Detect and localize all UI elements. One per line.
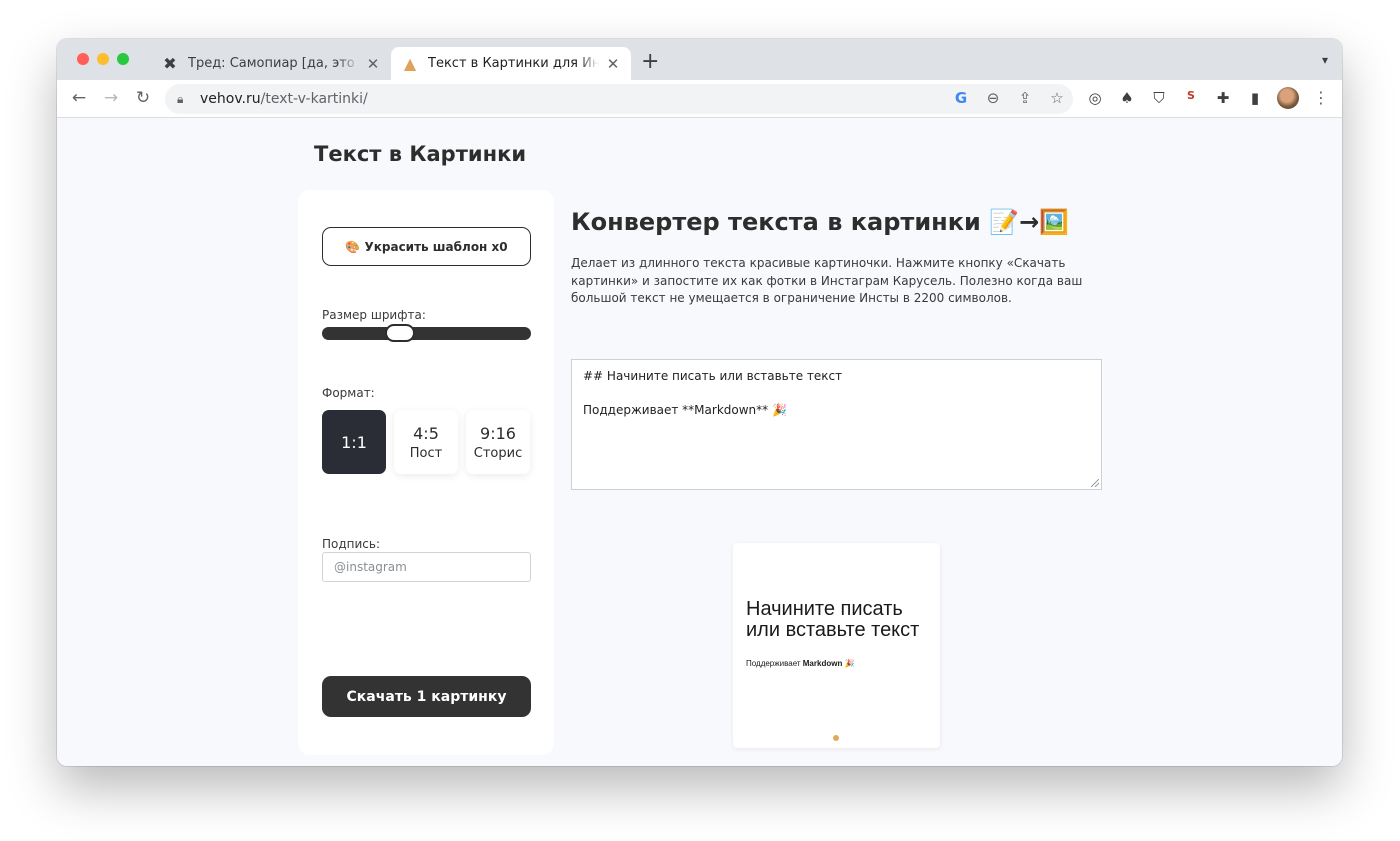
editor-line: ## Начините писать или вставьте текст bbox=[583, 369, 843, 383]
format-ratio: 4:5 bbox=[413, 423, 439, 443]
format-sub: Сторис bbox=[473, 445, 523, 461]
tab-search-chevron-icon[interactable]: ▾ bbox=[1322, 53, 1328, 67]
back-arrow-icon[interactable]: ← bbox=[69, 88, 89, 108]
markdown-editor[interactable]: ## Начините писать или вставьте текст По… bbox=[571, 359, 1102, 490]
forward-arrow-icon[interactable]: → bbox=[101, 88, 121, 108]
google-icon[interactable]: G bbox=[951, 89, 971, 107]
extensions-puzzle-icon[interactable]: ✚ bbox=[1213, 89, 1233, 107]
preview-subtitle: Поддерживает Markdown 🎉 bbox=[746, 659, 855, 668]
share-icon[interactable]: ⇪ bbox=[1015, 89, 1035, 107]
browser-window: ✖ Тред: Самопиар [да, это новая тема] ✕ … bbox=[57, 39, 1342, 766]
format-sub: Пост bbox=[409, 445, 443, 461]
close-tab-icon[interactable]: ✕ bbox=[365, 55, 381, 73]
tab-thread[interactable]: ✖ Тред: Самопиар [да, это новая тема] ✕ bbox=[151, 47, 391, 80]
extension-bird-icon[interactable]: ♠ bbox=[1117, 89, 1137, 107]
triangle-favicon-icon: ▲ bbox=[403, 54, 417, 73]
editor-line: Поддерживает **Markdown** 🎉 bbox=[583, 403, 787, 417]
format-option-9-16[interactable]: 9:16 Сторис bbox=[466, 410, 530, 474]
page-content: Текст в Картинки 🎨 Украсить шаблон x0 Ра… bbox=[57, 118, 1342, 766]
url-text: vehov.ru/text-v-kartinki/ bbox=[200, 91, 368, 107]
converter-description: Делает из длинного текста красивые карти… bbox=[571, 256, 1083, 305]
close-tab-icon[interactable]: ✕ bbox=[605, 55, 621, 73]
signature-label: Подпись: bbox=[322, 537, 381, 551]
format-ratio: 9:16 bbox=[480, 423, 516, 443]
format-label: Формат: bbox=[322, 386, 375, 400]
bookmark-star-icon[interactable]: ☆ bbox=[1047, 89, 1067, 107]
menu-kebab-icon[interactable]: ⋮ bbox=[1313, 88, 1329, 107]
address-bar[interactable]: 🔒︎ vehov.ru/text-v-kartinki/ G ⊖ ⇪ ☆ bbox=[165, 84, 1073, 114]
download-button[interactable]: Скачать 1 картинку bbox=[322, 676, 531, 717]
converter-heading: Конвертер текста в картинки 📝→🖼️ bbox=[571, 208, 1070, 236]
zoom-out-icon[interactable]: ⊖ bbox=[983, 89, 1003, 107]
format-option-1-1[interactable]: 1:1 bbox=[322, 410, 386, 474]
signature-input[interactable] bbox=[322, 552, 531, 582]
tab-title: Текст в Картинки для Инстаграм bbox=[428, 56, 599, 71]
minimize-window-button[interactable] bbox=[97, 53, 109, 65]
close-window-button[interactable] bbox=[77, 53, 89, 65]
new-tab-button[interactable]: + bbox=[641, 51, 659, 73]
settings-panel: 🎨 Украсить шаблон x0 Размер шрифта: Форм… bbox=[298, 190, 554, 755]
zoom-window-button[interactable] bbox=[117, 53, 129, 65]
tab-strip: ✖ Тред: Самопиар [да, это новая тема] ✕ … bbox=[57, 39, 1342, 80]
decorate-template-button[interactable]: 🎨 Украсить шаблон x0 bbox=[322, 227, 531, 266]
font-size-slider-thumb[interactable] bbox=[384, 324, 415, 342]
extension-seo-icon[interactable]: S bbox=[1181, 89, 1201, 107]
reload-icon[interactable]: ↻ bbox=[133, 88, 153, 108]
format-option-4-5[interactable]: 4:5 Пост bbox=[394, 410, 458, 474]
browser-toolbar: ← → ↻ 🔒︎ vehov.ru/text-v-kartinki/ G ⊖ ⇪… bbox=[57, 80, 1342, 118]
preview-title: Начините писать или вставьте текст bbox=[746, 598, 920, 641]
profile-avatar[interactable] bbox=[1277, 87, 1299, 109]
page-indicator-dot bbox=[833, 735, 839, 741]
tab-text-to-images[interactable]: ▲ Текст в Картинки для Инстаграм ✕ bbox=[391, 47, 631, 80]
cross-favicon-icon: ✖ bbox=[163, 54, 177, 73]
format-ratio: 1:1 bbox=[341, 432, 367, 452]
tab-title: Тред: Самопиар [да, это новая тема] bbox=[188, 56, 359, 71]
image-preview-card: Начините писать или вставьте текст Подде… bbox=[733, 543, 940, 748]
extension-shield-icon[interactable]: ⛉ bbox=[1149, 89, 1169, 107]
font-size-label: Размер шрифта: bbox=[322, 308, 426, 322]
resize-handle[interactable] bbox=[1091, 479, 1099, 487]
site-title: Текст в Картинки bbox=[314, 142, 527, 166]
side-panel-icon[interactable]: ▮ bbox=[1245, 89, 1265, 107]
lock-icon: 🔒︎ bbox=[177, 91, 184, 106]
font-size-slider-track[interactable] bbox=[322, 327, 531, 340]
extension-spiral-icon[interactable]: ◎ bbox=[1085, 89, 1105, 107]
